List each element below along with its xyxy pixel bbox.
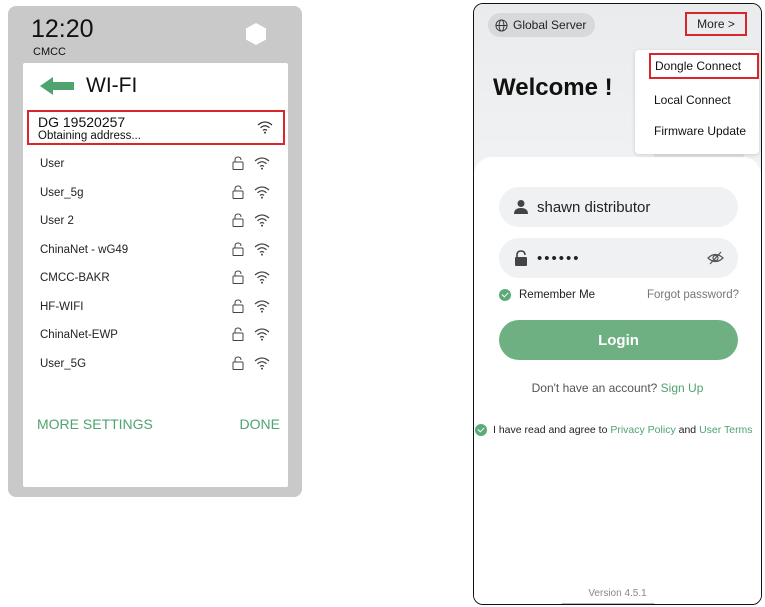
lock-icon [232, 213, 244, 227]
wifi-icon [254, 185, 270, 199]
selected-network-row[interactable]: DG 19520257 Obtaining address... [27, 110, 285, 145]
padlock-icon [515, 250, 527, 266]
network-row[interactable]: User 2 [40, 212, 280, 232]
network-ssid: DG 19520257 [38, 114, 126, 130]
wifi-icon [254, 356, 270, 370]
eye-off-icon[interactable] [707, 250, 724, 266]
network-name: CMCC-BAKR [40, 272, 110, 284]
wifi-icon [254, 214, 270, 227]
agree-prefix: I have read and agree to [493, 424, 608, 436]
lock-icon [232, 355, 244, 370]
login-phone: Global Server More > Welcome ! Dongle Co… [473, 3, 762, 605]
wifi-header: WI-FI [40, 71, 137, 101]
network-status: Obtaining address... [38, 130, 141, 142]
carrier-label: CMCC [33, 46, 66, 58]
more-button[interactable]: More > [685, 12, 747, 36]
wifi-icon [254, 328, 270, 341]
version-label: Version 4.5.1 [588, 588, 647, 599]
server-label: Global Server [513, 18, 587, 32]
wifi-icon [254, 242, 270, 256]
lock-icon [232, 327, 244, 341]
hexagon-icon [246, 23, 266, 45]
password-field[interactable]: •••••• [499, 238, 738, 278]
login-label: Login [598, 331, 639, 349]
privacy-policy-link[interactable]: Privacy Policy [610, 424, 675, 436]
welcome-heading: Welcome ! [493, 74, 613, 101]
global-server-button[interactable]: Global Server [488, 13, 596, 37]
more-settings-button[interactable]: MORE SETTINGS [37, 416, 153, 432]
globe-icon [495, 18, 508, 32]
network-name: User_5g [40, 186, 84, 199]
lock-icon [232, 270, 244, 284]
more-label: More > [697, 17, 735, 31]
lock-icon [232, 156, 244, 170]
password-value: •••••• [537, 249, 581, 267]
network-row[interactable]: ChinaNet - wG49 [40, 241, 280, 261]
remember-me-label: Remember Me [519, 289, 596, 301]
wifi-icon [254, 299, 270, 313]
menu-item-dongle-connect[interactable]: Dongle Connect [649, 53, 759, 79]
network-row[interactable]: ChinaNet-EWP [40, 326, 280, 346]
network-row[interactable]: CMCC-BAKR [40, 269, 280, 289]
network-name: HF-WIFI [40, 300, 84, 313]
network-name: User [40, 158, 65, 170]
network-name: ChinaNet-EWP [40, 329, 118, 341]
home-indicator [561, 603, 655, 604]
back-arrow-icon[interactable] [40, 77, 74, 95]
forgot-password-link[interactable]: Forgot password? [647, 289, 739, 301]
status-time: 12:20 [31, 15, 94, 43]
wifi-list-card: WI-FI DG 19520257 Obtaining address... U… [23, 63, 288, 487]
username-field[interactable]: shawn distributor [499, 187, 738, 227]
login-button[interactable]: Login [499, 320, 738, 360]
network-name: User_5G [40, 357, 87, 370]
network-row[interactable]: User_5G [40, 355, 280, 375]
terms-agreement[interactable]: I have read and agree to Privacy Policy … [475, 424, 753, 436]
done-button[interactable]: DONE [240, 416, 280, 432]
more-dropdown-menu: Dongle Connect Local Connect Firmware Up… [635, 50, 759, 154]
network-row[interactable]: User [40, 155, 280, 175]
check-icon [475, 424, 487, 436]
wifi-icon [254, 271, 270, 284]
lock-icon [232, 184, 244, 199]
username-value: shawn distributor [537, 198, 651, 216]
lock-icon [232, 298, 244, 313]
network-name: User 2 [40, 215, 74, 227]
wifi-settings-phone: 12:20 CMCC WI-FI DG 19520257 Obtaining a… [8, 6, 302, 497]
network-row[interactable]: HF-WIFI [40, 298, 280, 318]
sign-up-link[interactable]: Sign Up [661, 381, 704, 395]
menu-item-local-connect[interactable]: Local Connect [635, 87, 759, 113]
wifi-icon [257, 121, 273, 134]
user-icon [514, 200, 528, 214]
lock-icon [232, 241, 244, 256]
network-name: ChinaNet - wG49 [40, 243, 129, 256]
check-icon [499, 289, 511, 301]
page-title: WI-FI [86, 74, 138, 97]
agree-and: and [678, 424, 697, 436]
wifi-icon [254, 157, 270, 170]
menu-item-firmware-update[interactable]: Firmware Update [635, 118, 759, 144]
signup-row: Don't have an account? Sign Up [474, 381, 761, 395]
remember-me-checkbox[interactable]: Remember Me [499, 289, 595, 301]
network-row[interactable]: User_5g [40, 184, 280, 204]
user-terms-link[interactable]: User Terms [699, 424, 752, 436]
no-account-text: Don't have an account? [531, 381, 658, 395]
